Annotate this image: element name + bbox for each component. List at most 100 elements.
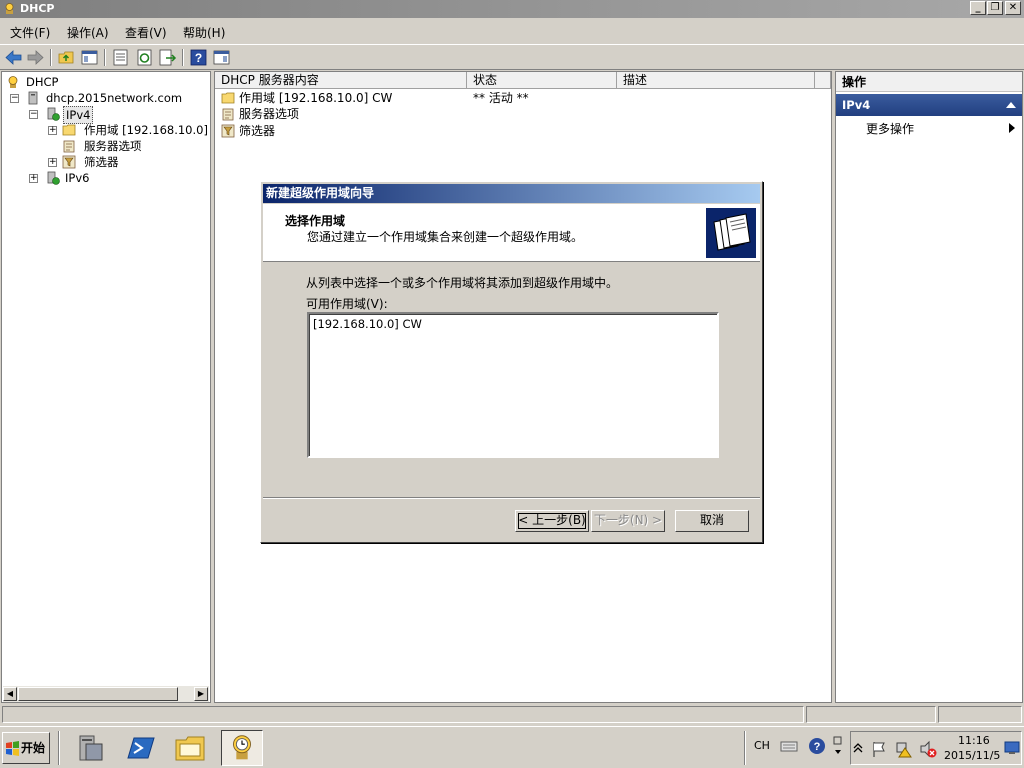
wizard-folders-icon <box>706 208 756 258</box>
tree-label-server-options: 服务器选项 <box>84 139 142 153</box>
restore-button[interactable]: ❐ <box>987 1 1003 15</box>
properties-icon[interactable] <box>111 48 130 67</box>
start-label: 开始 <box>21 741 46 755</box>
collapse-toggle-server[interactable]: − <box>10 94 19 103</box>
list-item[interactable]: [192.168.10.0] CW <box>313 317 422 331</box>
actions-title: 操作 <box>836 72 1022 92</box>
forward-arrow-icon[interactable] <box>26 48 45 67</box>
tree-label-dhcp: DHCP <box>26 75 59 89</box>
back-button[interactable]: < 上一步(B) <box>515 510 589 532</box>
status-cell-3 <box>938 706 1022 723</box>
expand-toggle-ipv6[interactable]: + <box>29 174 38 183</box>
taskbar-separator <box>58 731 60 765</box>
dialog-header-title: 选择作用域 <box>285 214 346 228</box>
menu-view[interactable]: 查看(V) <box>125 24 167 41</box>
list-item-name: 服务器选项 <box>239 107 300 121</box>
column-header-status[interactable]: 状态 <box>467 72 617 89</box>
filter-icon <box>221 124 235 138</box>
taskbar: 开始 CH ? 11:16 2015/11/5 <box>0 726 1024 768</box>
tree-label-server: dhcp.2015network.com <box>46 91 183 105</box>
available-scopes-list[interactable]: [192.168.10.0] CW <box>307 312 719 458</box>
column-header-contents[interactable]: DHCP 服务器内容 <box>215 72 467 89</box>
collapse-toggle-ipv4[interactable]: − <box>29 110 38 119</box>
help-circle-icon[interactable]: ? <box>808 737 826 755</box>
expand-toggle-filters[interactable]: + <box>48 158 57 167</box>
window-title-bar[interactable]: DHCP _ ❐ ✕ <box>0 0 1024 18</box>
scroll-right-button[interactable]: ▶ <box>194 687 208 701</box>
dialog-header: 选择作用域 您通过建立一个作用域集合来创建一个超级作用域。 <box>263 204 760 262</box>
dhcp-root-icon <box>8 76 18 88</box>
show-hidden-icons-chevron-icon[interactable] <box>853 742 863 754</box>
list-item-status: ** 活动 ** <box>473 91 529 105</box>
clock-time[interactable]: 11:16 <box>958 734 990 747</box>
toolbar-separator <box>50 49 52 66</box>
toolbar-separator <box>104 49 106 66</box>
toolbar-separator <box>182 49 184 66</box>
language-indicator[interactable]: CH <box>754 739 770 752</box>
export-list-icon[interactable] <box>158 48 177 67</box>
svg-text:?: ? <box>195 51 202 65</box>
show-hide-action-pane-icon[interactable] <box>212 48 231 67</box>
next-button[interactable]: 下一步(N) > <box>591 510 665 532</box>
server-options-icon <box>63 140 75 153</box>
menu-action[interactable]: 操作(A) <box>67 24 109 41</box>
show-hide-tree-icon[interactable] <box>80 48 99 67</box>
available-scopes-label: 可用作用域(V): <box>306 297 388 311</box>
expand-toggle-scope[interactable]: + <box>48 126 57 135</box>
keyboard-icon[interactable] <box>780 737 798 755</box>
network-warning-icon[interactable] <box>895 740 913 758</box>
powershell-icon[interactable] <box>122 730 158 766</box>
folder-icon <box>62 124 76 136</box>
actions-pane: 操作 IPv4 更多操作 <box>835 71 1023 703</box>
volume-muted-icon[interactable] <box>919 740 937 758</box>
filter-icon <box>62 155 76 169</box>
file-explorer-icon[interactable] <box>172 730 208 766</box>
tree-label-ipv6: IPv6 <box>65 171 90 185</box>
tree-label-scope: 作用域 [192.168.10.0] <box>84 123 208 137</box>
minimize-button[interactable]: _ <box>970 1 986 15</box>
help-icon[interactable]: ? <box>189 48 208 67</box>
actions-section-ipv4[interactable]: IPv4 <box>836 94 1022 116</box>
new-superscope-wizard-dialog[interactable]: 新建超级作用域向导 选择作用域 您通过建立一个作用域集合来创建一个超级作用域。 … <box>260 181 763 543</box>
dialog-divider <box>263 497 760 499</box>
dhcp-taskbar-icon[interactable] <box>221 730 263 766</box>
column-header-description[interactable]: 描述 <box>617 72 815 89</box>
more-actions-item[interactable]: 更多操作 <box>866 120 914 137</box>
tree-horizontal-scrollbar[interactable]: ◀ ▶ <box>3 686 209 702</box>
cancel-button[interactable]: 取消 <box>675 510 749 532</box>
scroll-thumb[interactable] <box>18 687 178 701</box>
refresh-icon[interactable] <box>135 48 154 67</box>
window-title: DHCP <box>20 2 55 15</box>
action-center-flag-icon[interactable] <box>871 740 887 758</box>
options-arrows-icon[interactable] <box>833 735 843 757</box>
column-header-filler <box>815 72 831 89</box>
windows-logo-icon <box>6 741 19 756</box>
clock-date[interactable]: 2015/11/5 <box>944 749 1000 762</box>
menu-file[interactable]: 文件(F) <box>10 24 50 41</box>
dialog-title-bar[interactable]: 新建超级作用域向导 <box>263 184 760 203</box>
start-button[interactable]: 开始 <box>2 732 50 764</box>
taskbar-separator <box>744 731 746 765</box>
back-arrow-icon[interactable] <box>4 48 23 67</box>
console-tree-pane[interactable]: DHCP − dhcp.2015network.com − IPv4 + 作用域… <box>1 71 211 703</box>
ipv4-icon <box>47 107 60 121</box>
list-item-name: 作用域 [192.168.10.0] CW <box>239 91 393 105</box>
list-item-name: 筛选器 <box>239 124 276 138</box>
menu-help[interactable]: 帮助(H) <box>183 24 225 41</box>
dialog-header-description: 您通过建立一个作用域集合来创建一个超级作用域。 <box>307 230 584 244</box>
tree-label-filters: 筛选器 <box>84 155 119 169</box>
server-manager-icon[interactable] <box>72 730 108 766</box>
scroll-left-button[interactable]: ◀ <box>3 687 17 701</box>
server-icon <box>28 91 38 105</box>
up-folder-icon[interactable] <box>57 48 76 67</box>
ipv6-icon <box>47 171 60 185</box>
svg-text:?: ? <box>814 741 821 753</box>
folder-icon <box>221 92 235 104</box>
close-button[interactable]: ✕ <box>1005 1 1021 15</box>
actions-section-label: IPv4 <box>842 98 871 112</box>
collapse-up-icon[interactable] <box>1006 102 1016 108</box>
status-cell-main <box>2 706 804 723</box>
dialog-instruction: 从列表中选择一个或多个作用域将其添加到超级作用域中。 <box>306 276 619 290</box>
show-desktop-icon[interactable] <box>1004 741 1020 755</box>
dhcp-app-icon <box>5 3 14 14</box>
